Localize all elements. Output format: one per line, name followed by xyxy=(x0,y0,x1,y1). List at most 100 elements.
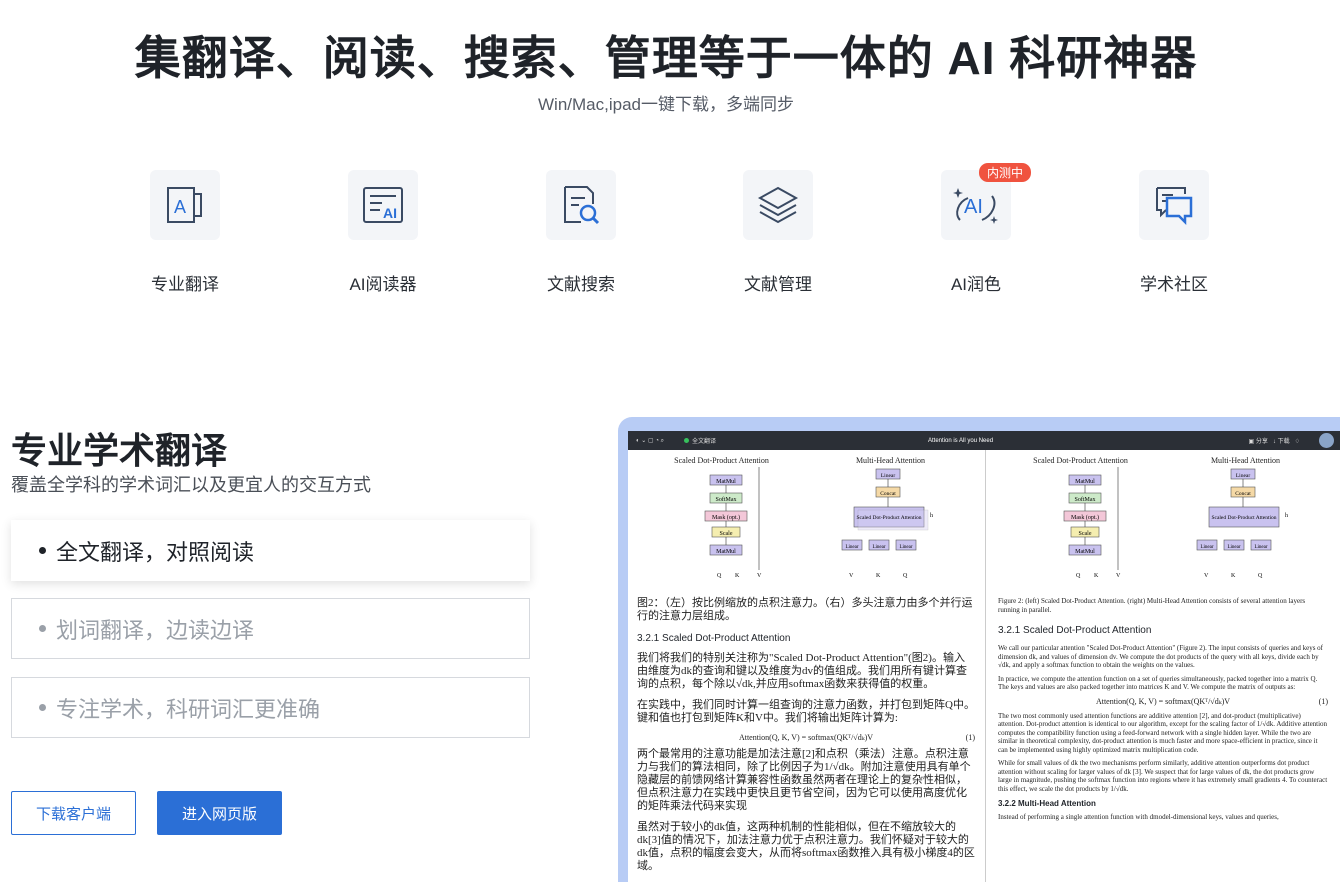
head-count-label: h xyxy=(1285,513,1288,519)
figure-diagrams: Scaled Dot-Product Attention MatMul Soft… xyxy=(637,456,975,591)
input-label: Q xyxy=(1076,573,1081,579)
avatar[interactable] xyxy=(1319,433,1334,448)
option-label: 全文翻译，对照阅读 xyxy=(56,539,255,565)
paragraph: 我们将我们的特别关注称为"Scaled Dot-Product Attentio… xyxy=(637,652,967,690)
input-label: Q xyxy=(717,573,722,579)
translate-mode-label[interactable]: 全文翻译 xyxy=(692,436,716,445)
toolbar-tools-icon[interactable]: ◐ ⌄ ▢ ◔ ⌕ xyxy=(636,437,664,445)
share-button[interactable]: 分享 xyxy=(1256,439,1268,445)
feature-label: 文献搜索 xyxy=(547,275,615,294)
block-label: Mask (opt.) xyxy=(1071,514,1099,521)
block-label: Linear xyxy=(1200,545,1213,550)
status-dot xyxy=(683,438,689,443)
equation: Attention(Q, K, V) = softmax(QKᵀ/√dₖ)V (… xyxy=(998,697,1328,706)
block-label: Linear xyxy=(1235,473,1250,479)
paragraph: Instead of performing a single attention… xyxy=(998,813,1279,821)
block-label: Mask (opt.) xyxy=(712,514,740,521)
feature-community[interactable]: 学术社区 xyxy=(1114,170,1234,295)
translate-icon: A xyxy=(167,187,202,223)
translated-pane: Scaled Dot-Product Attention MatMul Soft… xyxy=(628,450,984,882)
input-label: V xyxy=(1116,573,1121,579)
block-label: SoftMax xyxy=(1074,496,1095,503)
beta-badge: 内测中 xyxy=(979,163,1032,182)
diagram-title: Multi-Head Attention xyxy=(1210,456,1281,465)
ai-reader-icon: AI xyxy=(363,187,403,223)
input-label: K xyxy=(1094,573,1099,579)
equation-number: (1) xyxy=(1318,696,1328,706)
svg-text:AI: AI xyxy=(383,205,397,221)
figure-caption: 图2：（左）按比例缩放的点积注意力。（右）多头注意力由多个并行运行的注意力层组成… xyxy=(637,597,973,622)
input-label: Q xyxy=(1258,573,1263,579)
svg-text:AI: AI xyxy=(964,196,983,218)
block-label: Linear xyxy=(899,545,912,550)
feature-doc-manage[interactable]: 文献管理 xyxy=(718,170,838,295)
section-heading: 3.2.2 Multi-Head Attention xyxy=(998,799,1096,808)
doc-title: Attention is All you Need xyxy=(928,437,994,444)
download-button[interactable]: 下载 xyxy=(1278,439,1290,445)
feature-ai-polish[interactable]: 内测中 AI AI润色 xyxy=(916,163,1036,295)
block-label: Linear xyxy=(845,545,858,550)
block-label: Scaled Dot-Product Attention xyxy=(856,515,921,521)
block-label: Scale xyxy=(1078,531,1091,537)
web-version-button[interactable]: 进入网页版 xyxy=(157,791,282,835)
multi-head-diagram: Multi-Head Attention Linear Concat Scale… xyxy=(1171,456,1321,591)
input-label: Q xyxy=(903,573,908,579)
block-label: MatMul xyxy=(1075,549,1095,555)
input-label: V xyxy=(1204,573,1209,579)
block-label: Scale xyxy=(719,531,732,537)
option-label: 专注学术，科研词汇更准确 xyxy=(56,696,321,722)
block-label: MatMul xyxy=(716,549,736,555)
download-client-button[interactable]: 下载客户端 xyxy=(11,791,136,835)
block-label: Linear xyxy=(880,473,895,479)
equation: Attention(Q, K, V) = softmax(QKᵀ/√dₖ)V (… xyxy=(637,733,975,742)
block-label: Concat xyxy=(880,491,896,497)
block-label: Scaled Dot-Product Attention xyxy=(1211,515,1276,521)
feature-label: 专业翻译 xyxy=(151,275,219,294)
feature-doc-search[interactable]: 文献搜索 xyxy=(521,170,641,295)
feature-label: 学术社区 xyxy=(1140,275,1208,294)
bullet-dot xyxy=(39,625,46,632)
bell-icon[interactable]: ♢ xyxy=(1295,439,1300,445)
paragraph: While for small values of dk the two mec… xyxy=(998,759,1328,793)
scaled-attention-diagram: Scaled Dot-Product Attention MatMul Soft… xyxy=(647,456,797,591)
ai-polish-icon: AI xyxy=(953,188,998,224)
input-label: V xyxy=(757,573,762,579)
block-label: Concat xyxy=(1235,491,1251,497)
feature-ai-reader[interactable]: AI AI阅读器 xyxy=(323,170,443,295)
diagram-title: Scaled Dot-Product Attention xyxy=(674,456,769,465)
paragraph: In practice, we compute the attention fu… xyxy=(998,674,1318,692)
scaled-attention-svg: MatMul SoftMax Mask (opt.) Scale MatMul … xyxy=(1063,467,1121,579)
paragraph: 虽然对于较小的dk值，这两种机制的性能相似，但在不缩放较大的dk[3]值的情况下… xyxy=(637,821,975,872)
equation-text: Attention(Q, K, V) = softmax(QKᵀ/√dₖ)V xyxy=(1095,696,1231,706)
paragraph: 两个最常用的注意功能是加法注意[2]和点积（乘法）注意。点积注意力与我们的算法相… xyxy=(637,748,971,812)
option-academic-vocab[interactable]: 专注学术，科研词汇更准确 xyxy=(11,677,530,738)
document-search-icon xyxy=(564,186,600,225)
section-subtitle: 覆盖全学科的学术词汇以及更宜人的交互方式 xyxy=(11,475,371,495)
bullet-dot xyxy=(39,547,46,554)
option-label: 划词翻译，边读边译 xyxy=(56,617,255,643)
figure-caption: Figure 2: (left) Scaled Dot-Product Atte… xyxy=(998,597,1306,614)
equation-number: (1) xyxy=(965,733,975,742)
input-label: K xyxy=(876,573,881,579)
input-label: V xyxy=(849,573,854,579)
option-full-translate[interactable]: 全文翻译，对照阅读 xyxy=(11,520,530,581)
block-label: Linear xyxy=(1254,545,1267,550)
page-subtitle: Win/Mac,ipad一键下载，多端同步 xyxy=(538,95,794,114)
input-label: K xyxy=(1231,573,1236,579)
section-heading: 3.2.1 Scaled Dot-Product Attention xyxy=(998,625,1152,636)
option-selection-translate[interactable]: 划词翻译，边读边译 xyxy=(11,598,530,659)
bullet-dot xyxy=(39,704,46,711)
multi-head-diagram: Multi-Head Attention Linear Concat Scale… xyxy=(816,456,966,591)
input-label: K xyxy=(735,573,740,579)
layers-icon xyxy=(757,186,799,224)
paragraph: The two most commonly used attention fun… xyxy=(998,711,1328,754)
block-label: Linear xyxy=(872,545,885,550)
block-label: MatMul xyxy=(716,479,736,485)
reader-preview: ◐ ⌄ ▢ ◔ ⌕ 全文翻译 Attention is All you Need… xyxy=(628,431,1340,882)
feature-label: AI润色 xyxy=(950,275,1002,294)
head-count-label: h xyxy=(930,513,933,519)
scaled-attention-svg: MatMul SoftMax Mask (opt.) Scale MatMul … xyxy=(704,467,762,579)
svg-text:A: A xyxy=(174,197,186,217)
paragraph: 在实践中，我们同时计算一组查询的注意力函数，并打包到矩阵Q中。键和值也打包到矩阵… xyxy=(637,699,975,724)
feature-translate[interactable]: A 专业翻译 xyxy=(125,170,245,295)
